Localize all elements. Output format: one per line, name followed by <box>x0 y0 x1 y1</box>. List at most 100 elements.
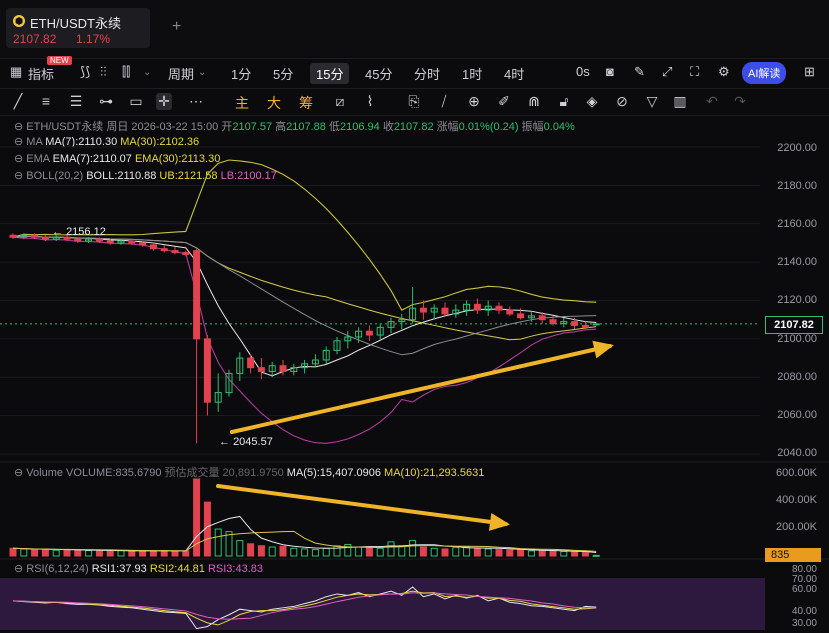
indicators-icon[interactable]: ▦ <box>10 64 22 80</box>
candle <box>473 303 481 311</box>
grid-icon[interactable]: ⊞ <box>804 64 815 80</box>
fullscreen-icon[interactable]: ⛶ <box>690 64 699 80</box>
eth-coin-icon: ⬢ <box>13 15 25 27</box>
expand-icon[interactable]: ⤢ <box>662 64 672 80</box>
candle-type-icon[interactable]: ⫿⫿ <box>122 64 130 80</box>
add-tab-button[interactable]: + <box>172 18 181 36</box>
volume-downtrend-arrow-head <box>488 512 510 531</box>
volume-bar <box>139 550 147 557</box>
candle <box>9 234 17 238</box>
more-tools-icon[interactable]: ⋯ <box>188 93 204 110</box>
volume-bar <box>592 554 600 557</box>
interval-15m[interactable]: 15分 <box>310 63 350 84</box>
text-tool-icon[interactable]: ⎘ <box>406 93 422 110</box>
undo-icon[interactable]: ↶ <box>704 93 720 110</box>
parallel-lines-icon[interactable]: ☰ <box>68 93 84 110</box>
tab-change: 1.17% <box>76 32 111 46</box>
period-button[interactable]: 周期 <box>168 64 194 83</box>
chart-canvas[interactable] <box>0 115 829 633</box>
boll-lower-line <box>12 236 597 444</box>
refresh-rate[interactable]: 0s <box>576 64 590 79</box>
camera-icon[interactable]: ◙ <box>606 64 614 79</box>
low-callout: ← 2045.57 <box>219 436 273 448</box>
volume-bar <box>247 543 255 557</box>
volume-bar <box>106 550 114 557</box>
rectangle-icon[interactable]: ▭ <box>128 93 144 110</box>
candles-layer <box>9 233 600 444</box>
horizontal-ray-icon[interactable]: ⊶ <box>98 93 114 110</box>
large-order-button[interactable]: 大 <box>266 93 282 113</box>
interval-timeline[interactable]: 分时 <box>414 64 440 83</box>
calendar-icon[interactable]: ⧄ <box>332 93 348 110</box>
candle <box>31 234 39 238</box>
interval-4h[interactable]: 4时 <box>504 64 524 83</box>
edit-icon[interactable]: ✎ <box>634 64 645 80</box>
pen-icon[interactable]: ✐ <box>496 93 512 110</box>
volume-bar <box>31 549 39 557</box>
volume-bar <box>257 545 265 557</box>
zoom-in-icon[interactable]: ⊕ <box>466 93 482 110</box>
volume-bar <box>149 550 157 557</box>
volume-bar <box>571 551 579 557</box>
interval-1h[interactable]: 1时 <box>462 64 482 83</box>
trendline-icon[interactable]: ╱ <box>10 93 26 110</box>
interval-45m[interactable]: 45分 <box>365 64 392 83</box>
interval-1m[interactable]: 1分 <box>231 64 251 83</box>
chips-button[interactable]: 筹 <box>298 93 314 113</box>
rsi-tick: 60.00 <box>791 584 817 595</box>
candle <box>171 250 179 254</box>
volume-bar <box>527 550 535 557</box>
volume-bar <box>333 545 341 557</box>
trash-icon[interactable]: ▥ <box>672 93 688 110</box>
volume-bar <box>376 547 384 557</box>
volume-bar <box>441 548 449 557</box>
volume-bar <box>20 548 28 557</box>
settings-icon[interactable]: ⚙ <box>718 64 730 80</box>
interval-5m[interactable]: 5分 <box>273 64 293 83</box>
high-callout: ← 2156.12 <box>52 226 106 238</box>
candles-icon[interactable]: ⫶⫶ <box>100 64 107 80</box>
main-indicator-button[interactable]: 主 <box>234 93 250 113</box>
ruler-icon[interactable]: ⧸ <box>436 93 452 110</box>
candle <box>160 248 168 252</box>
filter-icon[interactable]: ▽ <box>644 93 660 110</box>
volume-bar <box>52 549 60 557</box>
volume-bar <box>193 478 201 557</box>
candle <box>128 240 136 244</box>
top-tab-bar: ⬢ ETH/USDT永续 2107.82 1.17% + <box>0 0 829 56</box>
indicators-button[interactable]: 指标 <box>28 64 54 83</box>
candle <box>149 244 157 250</box>
redo-icon[interactable]: ↷ <box>732 93 748 110</box>
volume-tick: 600.00K <box>776 467 817 479</box>
volume-bar <box>409 540 417 557</box>
new-badge: NEW <box>47 56 72 65</box>
candle <box>41 236 49 240</box>
volume-bar <box>63 549 71 557</box>
volume-downtrend-arrow <box>216 484 508 526</box>
compare-icon[interactable]: ⟆⟆ <box>80 64 90 80</box>
volume-bar <box>160 550 168 557</box>
link-icon[interactable]: ⊘ <box>614 93 630 110</box>
chevron-down-icon[interactable]: ⌄ <box>143 67 151 78</box>
rsi-name: RSI(6,12,24) <box>26 563 89 575</box>
lock-icon[interactable]: 🔓︎ <box>556 93 572 110</box>
magnet-icon[interactable]: ⋒ <box>526 93 542 110</box>
ai-interpret-button[interactable]: AI解读 <box>742 62 787 84</box>
volume-bar <box>290 547 298 557</box>
volume-tag: 835 <box>765 548 821 562</box>
volume-bar <box>549 550 557 557</box>
volume-bar <box>171 550 179 557</box>
volume-bar <box>236 540 244 557</box>
volume-bar <box>268 546 276 557</box>
period-chevron-icon[interactable]: ⌄ <box>198 67 206 78</box>
eye-icon[interactable]: ◈ <box>584 93 600 110</box>
volume-alert-icon[interactable]: ⊖ <box>14 467 26 479</box>
candle <box>203 338 211 403</box>
symbol-tab[interactable]: ⬢ ETH/USDT永续 2107.82 1.17% <box>6 8 150 48</box>
crosshair-icon[interactable]: ✛ <box>156 93 172 110</box>
multiline-icon[interactable]: ≡ <box>38 93 54 109</box>
rsi-tick: 40.00 <box>791 606 817 617</box>
candle <box>495 305 503 311</box>
brush-icon[interactable]: ⌇ <box>362 93 378 110</box>
rsi-alert-icon[interactable]: ⊖ <box>14 563 26 575</box>
